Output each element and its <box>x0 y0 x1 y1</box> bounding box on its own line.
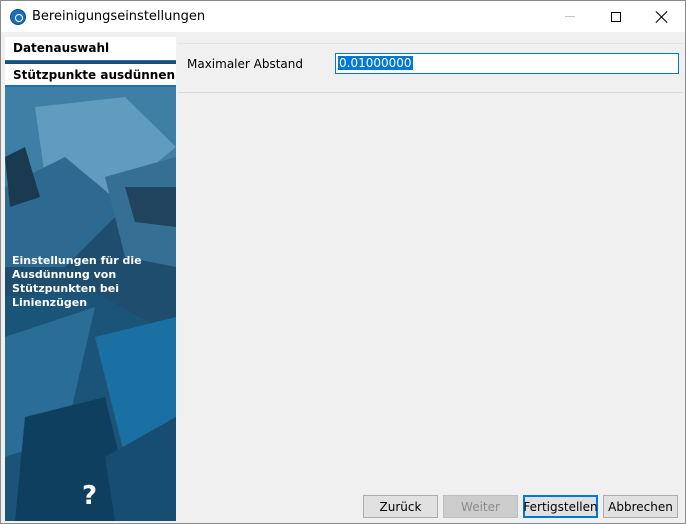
close-icon <box>656 11 668 23</box>
wizard-content: Maximaler Abstand 0.01000000 Zurück Weit… <box>178 37 683 521</box>
step-description: Einstellungen für die Ausdünnung von Stü… <box>12 254 142 309</box>
wizard-sidebar: Datenauswahl Stützpunkte ausdünnen Einst… <box>5 37 176 521</box>
max-distance-label: Maximaler Abstand <box>187 57 304 71</box>
finish-button[interactable]: Fertigstellen <box>523 495 598 518</box>
app-logo-icon <box>10 9 26 25</box>
max-distance-value: 0.01000000 <box>338 56 413 70</box>
title-bar: Bereinigungseinstellungen <box>1 1 685 32</box>
dialog-window: Bereinigungseinstellungen Datenauswahl S <box>0 0 686 524</box>
cancel-button[interactable]: Abbrechen <box>603 495 678 518</box>
window-title: Bereinigungseinstellungen <box>32 9 206 24</box>
max-distance-input[interactable]: 0.01000000 <box>335 53 679 74</box>
next-button[interactable]: Weiter <box>443 495 518 518</box>
maximize-button[interactable] <box>593 1 639 32</box>
step-datenauswahl[interactable]: Datenauswahl <box>5 37 176 61</box>
minimize-icon <box>565 16 575 17</box>
back-button[interactable]: Zurück <box>363 495 438 518</box>
minimize-button[interactable] <box>547 1 593 32</box>
help-icon[interactable]: ? <box>82 481 97 511</box>
close-button[interactable] <box>639 1 685 32</box>
field-row-max-distance: Maximaler Abstand 0.01000000 <box>178 43 683 93</box>
step-stuetzpunkte-ausduennen[interactable]: Stützpunkte ausdünnen <box>5 64 176 87</box>
maximize-icon <box>611 11 621 22</box>
